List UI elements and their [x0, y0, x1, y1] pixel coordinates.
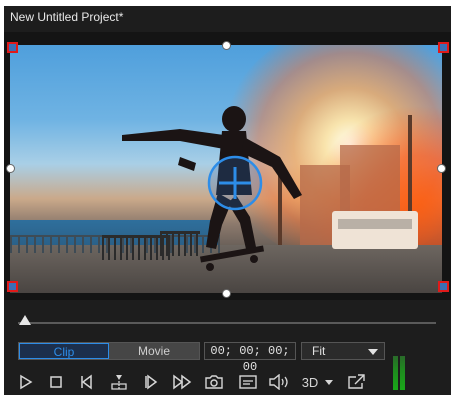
- split-button[interactable]: [108, 372, 130, 392]
- crop-handle-top-left[interactable]: [7, 42, 18, 53]
- timeline-scrubber[interactable]: [4, 312, 451, 332]
- external-display-icon: [348, 374, 365, 389]
- playback-controls: Clip Movie 00; 00; 00; 00 Fit 3D: [4, 336, 451, 395]
- clip-mode-tab[interactable]: Clip: [19, 343, 109, 359]
- chevron-down-icon: [368, 349, 378, 355]
- preview-area[interactable]: [4, 32, 451, 300]
- previous-frame-button[interactable]: [76, 372, 98, 392]
- previous-frame-icon: [81, 374, 92, 390]
- next-frame-button[interactable]: [140, 372, 162, 392]
- subtitle-button[interactable]: [236, 372, 260, 392]
- movie-mode-tab[interactable]: Movie: [109, 343, 199, 359]
- move-handle-icon[interactable]: [206, 154, 264, 212]
- stop-button[interactable]: [46, 372, 66, 392]
- snapshot-icon: [205, 375, 223, 389]
- 3d-label: 3D: [301, 374, 319, 390]
- volume-button[interactable]: [266, 372, 292, 392]
- next-frame-icon: [145, 374, 158, 390]
- audio-meter-left: [393, 356, 398, 390]
- zoom-select[interactable]: Fit: [301, 342, 385, 360]
- crop-handle-top-right[interactable]: [438, 42, 449, 53]
- preview-image[interactable]: [10, 45, 442, 293]
- audio-meter-right: [400, 356, 405, 390]
- external-display-button[interactable]: [344, 372, 368, 392]
- play-icon: [20, 374, 33, 390]
- timecode-field[interactable]: 00; 00; 00; 00: [204, 342, 296, 374]
- split-icon: [111, 375, 127, 390]
- crop-handle-right[interactable]: [437, 164, 446, 173]
- volume-icon: [269, 374, 288, 390]
- 3d-dropdown[interactable]: 3D: [298, 372, 338, 392]
- title-bar: New Untitled Project*: [4, 6, 451, 32]
- player-window: New Untitled Project* Clip Movie 00; 00;…: [4, 6, 451, 395]
- crop-handle-top[interactable]: [222, 41, 231, 50]
- crop-handle-bottom-left[interactable]: [7, 281, 18, 292]
- play-button[interactable]: [16, 372, 36, 392]
- snapshot-button[interactable]: [202, 372, 226, 392]
- zoom-value: Fit: [312, 344, 326, 358]
- fast-forward-icon: [173, 374, 192, 390]
- subtitle-icon: [239, 375, 257, 389]
- crop-handle-left[interactable]: [6, 164, 15, 173]
- crop-handle-bottom[interactable]: [222, 289, 231, 298]
- 3d-dropdown-icon: [325, 380, 334, 385]
- scrub-thumb[interactable]: [19, 315, 31, 325]
- mode-toggle: Clip Movie: [18, 342, 200, 360]
- scrub-track[interactable]: [18, 322, 436, 324]
- fast-forward-button[interactable]: [170, 372, 194, 392]
- crop-handle-bottom-right[interactable]: [438, 281, 449, 292]
- stop-icon: [50, 376, 62, 388]
- window-title: New Untitled Project*: [10, 10, 124, 24]
